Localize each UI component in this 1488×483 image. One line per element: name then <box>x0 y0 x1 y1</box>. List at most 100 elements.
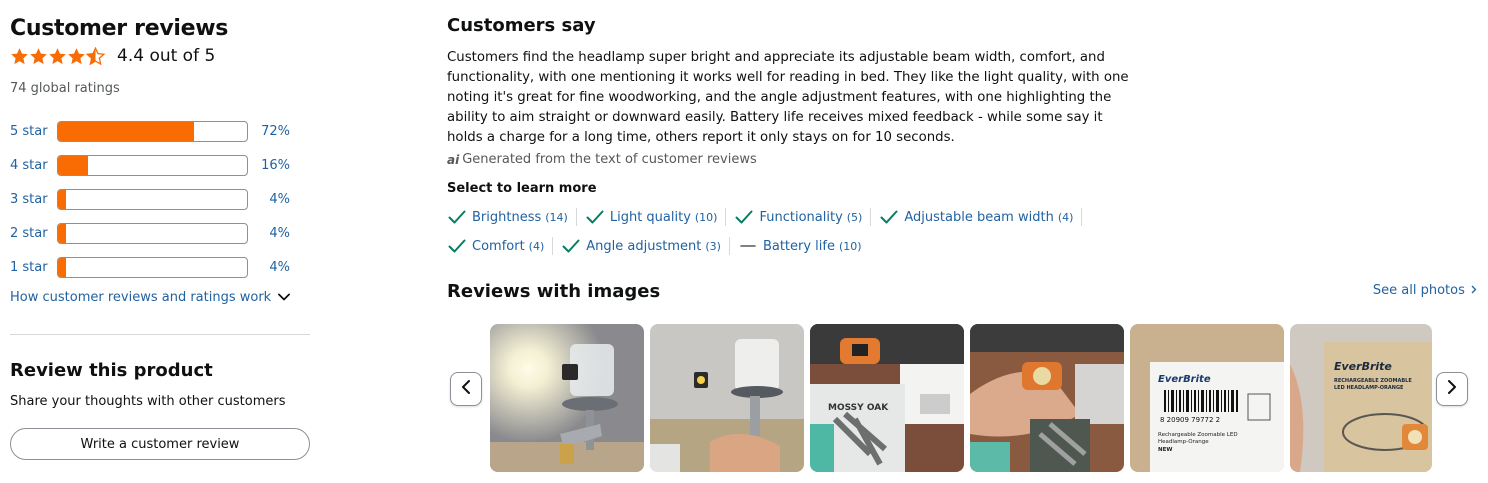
aspect-chip-battery-life[interactable]: Battery life (10) <box>738 236 870 256</box>
review-image-thumbnail[interactable] <box>970 324 1124 472</box>
box-front-line-1: RECHARGEABLE ZOOMABLE <box>1334 378 1412 384</box>
histogram-label[interactable]: 5 star <box>10 124 57 139</box>
checkmark-icon <box>561 236 581 256</box>
chevron-right-icon[interactable] <box>1471 283 1477 298</box>
histogram-row-3-star[interactable]: 3 star 4% <box>10 182 310 216</box>
review-image-thumbnail[interactable]: MOSSY OAK <box>810 324 964 472</box>
carousel-prev-button[interactable] <box>450 372 482 406</box>
box-label-line-1: Rechargeable Zoomable LED <box>1158 432 1238 438</box>
ai-review-summary: Customers find the headlamp super bright… <box>447 50 1129 145</box>
aspect-chips-row-2: Comfort (4) Angle adjustment (3) Battery… <box>447 236 870 256</box>
histogram-percent[interactable]: 4% <box>250 192 290 207</box>
aspect-label[interactable]: Functionality <box>759 210 842 225</box>
aspect-label[interactable]: Comfort <box>472 239 525 254</box>
box-label-new: NEW <box>1158 447 1172 453</box>
aspect-chip-adjustable-beam-width[interactable]: Adjustable beam width (4) <box>879 207 1081 227</box>
mossy-oak-text: MOSSY OAK <box>828 403 889 413</box>
aspect-count[interactable]: (3) <box>705 240 721 253</box>
histogram-row-5-star[interactable]: 5 star 72% <box>10 114 310 148</box>
histogram-percent[interactable]: 4% <box>250 226 290 241</box>
aspect-label[interactable]: Adjustable beam width <box>904 210 1053 225</box>
aspect-count[interactable]: (4) <box>529 240 545 253</box>
photo-headlamp-held <box>650 324 804 472</box>
chevron-right-icon <box>1447 379 1457 399</box>
checkmark-icon <box>447 236 467 256</box>
histogram-row-4-star[interactable]: 4 star 16% <box>10 148 310 182</box>
aspect-chip-comfort[interactable]: Comfort (4) <box>447 236 552 256</box>
aspect-count[interactable]: (4) <box>1058 211 1074 224</box>
aspect-count[interactable]: (10) <box>695 211 718 224</box>
aspect-chip-brightness[interactable]: Brightness (14) <box>447 207 576 227</box>
review-images-carousel: MOSSY OAK EverBrite 8 20909 79772 2 Rech… <box>447 324 1477 472</box>
star-full-icon <box>29 47 48 66</box>
aspect-chip-light-quality[interactable]: Light quality (10) <box>585 207 726 227</box>
aspect-chip-angle-adjustment[interactable]: Angle adjustment (3) <box>561 236 729 256</box>
review-image-thumbnail[interactable]: EverBrite RECHARGEABLE ZOOMABLE LED HEAD… <box>1290 324 1432 472</box>
rating-histogram: 5 star 72% 4 star 16% 3 star 4% 2 star 4… <box>10 114 310 284</box>
checkmark-icon <box>734 207 754 227</box>
chevron-left-icon <box>461 379 471 399</box>
write-review-button[interactable]: Write a customer review <box>10 428 310 460</box>
see-all-photos-label[interactable]: See all photos <box>1373 283 1465 298</box>
histogram-bar-fill <box>58 223 66 243</box>
review-product-subtitle: Share your thoughts with other customers <box>10 394 286 409</box>
histogram-bar[interactable] <box>57 222 248 244</box>
aspect-label[interactable]: Light quality <box>610 210 691 225</box>
everbrite-brand-text: EverBrite <box>1334 360 1392 373</box>
histogram-label[interactable]: 1 star <box>10 260 57 275</box>
histogram-bar[interactable] <box>57 154 248 176</box>
how-reviews-work-link[interactable]: How customer reviews and ratings work <box>10 290 291 305</box>
customers-say-title: Customers say <box>447 15 596 36</box>
star-full-icon <box>10 47 29 66</box>
checkmark-icon <box>447 207 467 227</box>
generated-text: Generated from the text of customer revi… <box>462 152 757 167</box>
aspect-label[interactable]: Brightness <box>472 210 541 225</box>
photo-mossy-oak-package: MOSSY OAK <box>810 324 964 472</box>
histogram-row-1-star[interactable]: 1 star 4% <box>10 250 310 284</box>
aspect-count[interactable]: (14) <box>545 211 568 224</box>
chip-separator <box>728 237 730 255</box>
histogram-bar-fill <box>58 155 89 175</box>
aspect-label[interactable]: Battery life <box>763 239 835 254</box>
histogram-percent[interactable]: 16% <box>250 158 290 173</box>
aspect-label[interactable]: Angle adjustment <box>586 239 701 254</box>
see-all-photos-link[interactable]: See all photos <box>1373 283 1477 298</box>
aspect-count[interactable]: (5) <box>847 211 863 224</box>
aspect-chips-row-1: Brightness (14) Light quality (10) Funct… <box>447 207 1090 227</box>
histogram-label[interactable]: 4 star <box>10 158 57 173</box>
average-rating: 4.4 out of 5 <box>10 46 215 66</box>
histogram-bar[interactable] <box>57 120 248 142</box>
review-image-thumbnail[interactable] <box>650 324 804 472</box>
histogram-label[interactable]: 2 star <box>10 226 57 241</box>
review-image-thumbnail[interactable]: EverBrite 8 20909 79772 2 Rechargeable Z… <box>1130 324 1284 472</box>
histogram-percent[interactable]: 4% <box>250 260 290 275</box>
global-ratings-count: 74 global ratings <box>10 81 120 96</box>
review-this-product-title: Review this product <box>10 360 213 381</box>
aspect-chip-functionality[interactable]: Functionality (5) <box>734 207 870 227</box>
ai-badge-icon: ai <box>447 152 460 167</box>
ai-generated-note: ai Generated from the text of customer r… <box>447 152 757 167</box>
chevron-down-icon[interactable] <box>278 290 291 305</box>
chip-separator <box>552 237 554 255</box>
histogram-percent[interactable]: 72% <box>250 124 290 139</box>
aspect-count[interactable]: (10) <box>839 240 862 253</box>
star-full-icon <box>48 47 67 66</box>
histogram-row-2-star[interactable]: 2 star 4% <box>10 216 310 250</box>
histogram-bar[interactable] <box>57 256 248 278</box>
box-label-line-2: Headlamp-Orange <box>1158 439 1209 445</box>
section-divider <box>10 334 310 335</box>
checkmark-icon <box>879 207 899 227</box>
histogram-bar[interactable] <box>57 188 248 210</box>
everbrite-brand-text: EverBrite <box>1158 374 1211 385</box>
histogram-bar-fill <box>58 189 66 209</box>
how-reviews-work-label[interactable]: How customer reviews and ratings work <box>10 290 271 305</box>
review-image-thumbnail[interactable] <box>490 324 644 472</box>
box-front-line-2: LED HEADLAMP-ORANGE <box>1334 385 1404 391</box>
photo-headlamp-glow <box>490 324 644 472</box>
histogram-label[interactable]: 3 star <box>10 192 57 207</box>
chip-separator <box>870 208 872 226</box>
checkmark-icon <box>585 207 605 227</box>
star-half-icon <box>86 46 105 66</box>
carousel-next-button[interactable] <box>1436 372 1468 406</box>
histogram-bar-fill <box>58 121 195 141</box>
